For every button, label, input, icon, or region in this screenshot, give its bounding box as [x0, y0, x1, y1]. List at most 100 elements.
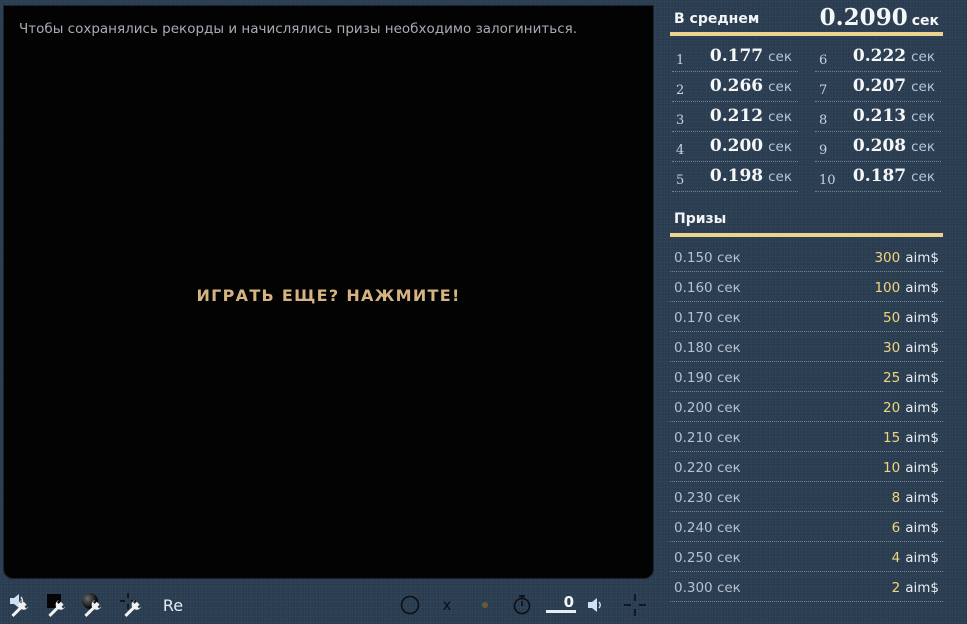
counter-underline	[546, 610, 576, 613]
record-index: 4	[676, 143, 685, 158]
record-row: 6 0.222 сек	[815, 42, 941, 72]
record-time: 0.207	[852, 76, 907, 96]
record-unit: сек	[768, 79, 792, 95]
prize-time: 0.230 сек	[674, 490, 741, 506]
prize-row: 0.180 сек 30 aim$	[670, 332, 943, 362]
record-index: 2	[676, 83, 685, 98]
prize-time: 0.150 сек	[674, 250, 741, 266]
prize-row: 0.150 сек 300 aim$	[670, 242, 943, 272]
prize-row: 0.160 сек 100 aim$	[670, 272, 943, 302]
record-index: 10	[819, 173, 836, 188]
prize-time: 0.200 сек	[674, 400, 741, 416]
prize-currency: aim$	[905, 550, 939, 566]
record-time: 0.200	[709, 136, 764, 156]
record-unit: сек	[911, 49, 935, 65]
prize-amount: 6	[891, 520, 901, 536]
record-row: 9 0.208 сек	[815, 132, 941, 162]
crosshair-icon	[624, 594, 646, 616]
prize-row: 0.300 сек 2 aim$	[670, 572, 943, 602]
record-unit: сек	[768, 49, 792, 65]
play-again-button[interactable]: ИГРАТЬ ЕЩЕ? НАЖМИТЕ!	[4, 286, 653, 305]
sound-toggle-button[interactable]	[584, 590, 608, 620]
crosshair-toggle-button[interactable]	[620, 590, 650, 620]
restart-button[interactable]: Re	[158, 590, 188, 620]
record-time: 0.266	[709, 76, 764, 96]
prize-time: 0.160 сек	[674, 280, 741, 296]
prize-time: 0.170 сек	[674, 310, 741, 326]
dot-mode-button[interactable]	[471, 590, 499, 620]
prize-currency: aim$	[905, 430, 939, 446]
average-number: 0.2090	[819, 4, 908, 31]
prize-time: 0.250 сек	[674, 550, 741, 566]
prize-row: 0.200 сек 20 aim$	[670, 392, 943, 422]
average-label: В среднем	[674, 11, 760, 27]
target-shape-settings-button[interactable]	[81, 590, 113, 620]
record-unit: сек	[768, 169, 792, 185]
sound-settings-button[interactable]	[8, 590, 40, 620]
crosshair-settings-button[interactable]	[119, 590, 153, 620]
prize-currency: aim$	[905, 340, 939, 356]
circle-mode-button[interactable]	[396, 590, 424, 620]
record-row: 3 0.212 сек	[672, 102, 798, 132]
prize-time: 0.210 сек	[674, 430, 741, 446]
prize-row: 0.230 сек 8 aim$	[670, 482, 943, 512]
prize-row: 0.240 сек 6 aim$	[670, 512, 943, 542]
prize-row: 0.250 сек 4 aim$	[670, 542, 943, 572]
prize-time: 0.180 сек	[674, 340, 741, 356]
prize-amount: 2	[891, 580, 901, 596]
record-time: 0.208	[852, 136, 907, 156]
record-row: 4 0.200 сек	[672, 132, 798, 162]
prize-amount: 100	[874, 280, 901, 296]
record-row: 1 0.177 сек	[672, 42, 798, 72]
game-area[interactable]: Чтобы сохранялись рекорды и начислялись …	[3, 5, 654, 579]
prize-amount: 50	[883, 310, 901, 326]
record-row: 10 0.187 сек	[815, 162, 941, 192]
prize-currency: aim$	[905, 490, 939, 506]
prize-row: 0.170 сек 50 aim$	[670, 302, 943, 332]
prize-time: 0.240 сек	[674, 520, 741, 536]
square-wrench-icon	[47, 594, 66, 617]
prize-time: 0.300 сек	[674, 580, 741, 596]
record-row: 2 0.266 сек	[672, 72, 798, 102]
prize-amount: 25	[883, 370, 901, 386]
record-unit: сек	[911, 169, 935, 185]
record-unit: сек	[768, 109, 792, 125]
record-index: 9	[819, 143, 828, 158]
record-time: 0.222	[852, 46, 907, 66]
crosshair-wrench-icon	[120, 593, 142, 617]
record-index: 1	[676, 53, 685, 68]
target-color-settings-button[interactable]	[45, 590, 77, 620]
circle-icon	[400, 595, 420, 615]
record-row: 5 0.198 сек	[672, 162, 798, 192]
average-unit: сек	[911, 13, 939, 29]
close-mode-button[interactable]: x	[433, 590, 461, 620]
prize-amount: 30	[883, 340, 901, 356]
record-time: 0.177	[709, 46, 764, 66]
prize-currency: aim$	[905, 250, 939, 266]
prize-amount: 4	[891, 550, 901, 566]
stopwatch-icon	[513, 595, 531, 615]
average-value: 0.2090 сек	[820, 4, 939, 31]
prize-row: 0.220 сек 10 aim$	[670, 452, 943, 482]
prize-amount: 20	[883, 400, 901, 416]
record-index: 7	[819, 83, 828, 98]
record-row: 8 0.213 сек	[815, 102, 941, 132]
prize-currency: aim$	[905, 460, 939, 476]
record-unit: сек	[768, 139, 792, 155]
prize-time: 0.190 сек	[674, 370, 741, 386]
prize-row: 0.190 сек 25 aim$	[670, 362, 943, 392]
record-unit: сек	[911, 139, 935, 155]
record-index: 3	[676, 113, 685, 128]
prize-amount: 300	[874, 250, 901, 266]
hit-counter: 0	[546, 591, 576, 615]
prizes-header: Призы	[670, 211, 943, 237]
prize-currency: aim$	[905, 310, 939, 326]
timer-button[interactable]	[508, 590, 536, 620]
sphere-wrench-icon	[82, 593, 102, 617]
prize-currency: aim$	[905, 400, 939, 416]
login-notice: Чтобы сохранялись рекорды и начислялись …	[19, 21, 578, 37]
speaker-icon	[588, 598, 601, 612]
record-time: 0.187	[852, 166, 907, 186]
prize-amount: 8	[891, 490, 901, 506]
prize-currency: aim$	[905, 580, 939, 596]
